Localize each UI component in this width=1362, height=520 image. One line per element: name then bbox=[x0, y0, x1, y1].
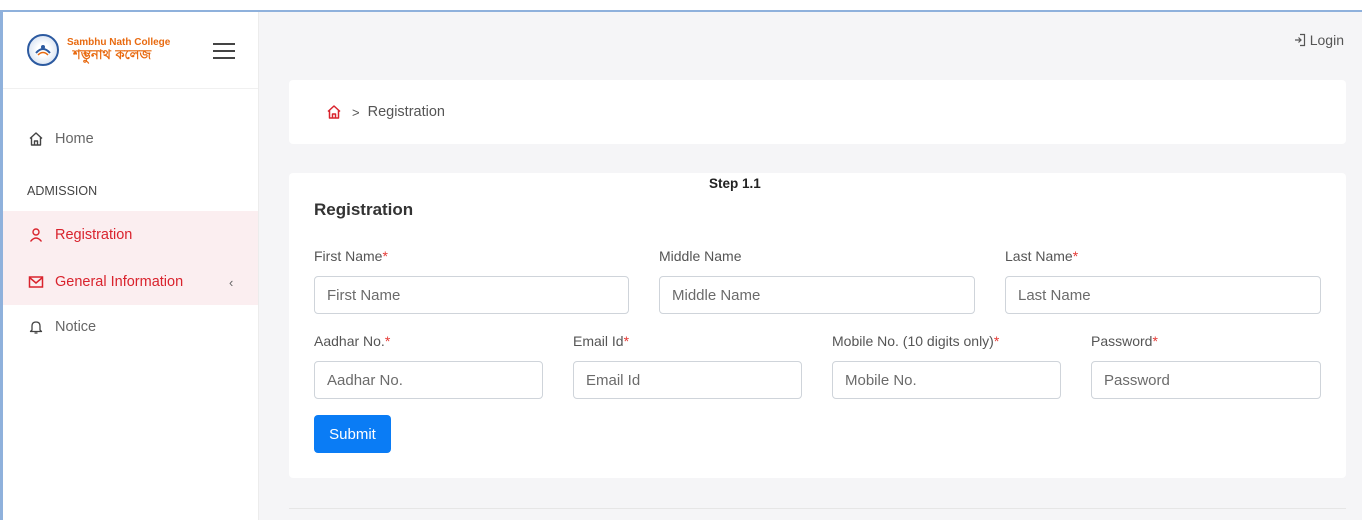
sidebar-section-admission: ADMISSION bbox=[27, 184, 98, 198]
middle-name-label: Middle Name bbox=[659, 248, 742, 264]
brand-name-en: Sambhu Nath College bbox=[67, 36, 171, 48]
left-border bbox=[0, 10, 3, 520]
sidebar-nav: Home ADMISSION Registration General Info… bbox=[0, 89, 258, 349]
brand-name-bn: শম্ভুনাথ কলেজ bbox=[73, 47, 152, 63]
email-label: Email Id* bbox=[573, 333, 630, 349]
sidebar-item-label: General Information bbox=[55, 274, 184, 290]
brand[interactable]: Sambhu Nath College শম্ভুনাথ কলেজ bbox=[3, 12, 258, 89]
last-name-input[interactable] bbox=[1005, 276, 1321, 314]
brand-name: Sambhu Nath College শম্ভুনাথ কলেজ bbox=[67, 37, 170, 63]
divider bbox=[289, 508, 1346, 509]
breadcrumb: > Registration bbox=[289, 80, 1346, 144]
email-input[interactable] bbox=[573, 361, 802, 399]
sidebar-item-label: Home bbox=[55, 131, 94, 147]
sidebar-item-general-information[interactable]: General Information ‹ bbox=[0, 259, 258, 305]
breadcrumb-current: Registration bbox=[367, 104, 445, 120]
password-label: Password* bbox=[1091, 333, 1158, 349]
user-icon bbox=[27, 226, 45, 244]
aadhar-input[interactable] bbox=[314, 361, 543, 399]
login-link[interactable]: Login bbox=[1294, 32, 1344, 48]
registration-form: Step 1.1 Registration First Name* Middle… bbox=[289, 173, 1346, 478]
step-indicator: Step 1.1 bbox=[709, 176, 761, 191]
sidebar-item-home[interactable]: Home bbox=[3, 117, 258, 161]
aadhar-label: Aadhar No.* bbox=[314, 333, 391, 349]
last-name-label: Last Name* bbox=[1005, 248, 1079, 264]
sidebar-item-notice[interactable]: Notice bbox=[3, 305, 258, 349]
college-logo-icon bbox=[27, 34, 59, 66]
sidebar-item-label: Registration bbox=[55, 227, 133, 243]
mail-icon bbox=[27, 273, 45, 291]
first-name-label: First Name* bbox=[314, 248, 388, 264]
sidebar-item-registration[interactable]: Registration bbox=[0, 211, 258, 259]
password-input[interactable] bbox=[1091, 361, 1321, 399]
bell-icon bbox=[27, 318, 45, 336]
submit-button[interactable]: Submit bbox=[314, 415, 391, 453]
sidebar: Sambhu Nath College শম্ভুনাথ কলেজ Home A… bbox=[0, 12, 259, 520]
top-border bbox=[0, 0, 1362, 12]
mobile-label: Mobile No. (10 digits only)* bbox=[832, 333, 1000, 349]
mobile-input[interactable] bbox=[832, 361, 1061, 399]
first-name-input[interactable] bbox=[314, 276, 629, 314]
form-title: Registration bbox=[314, 200, 414, 219]
login-icon bbox=[1294, 33, 1306, 47]
breadcrumb-separator-icon: > bbox=[352, 104, 360, 120]
login-label: Login bbox=[1309, 32, 1344, 48]
hamburger-menu-icon[interactable] bbox=[213, 43, 235, 59]
home-icon bbox=[27, 130, 45, 148]
middle-name-input[interactable] bbox=[659, 276, 975, 314]
chevron-left-icon: ‹ bbox=[229, 274, 234, 290]
home-icon[interactable] bbox=[326, 104, 342, 120]
sidebar-item-label: Notice bbox=[55, 319, 97, 335]
